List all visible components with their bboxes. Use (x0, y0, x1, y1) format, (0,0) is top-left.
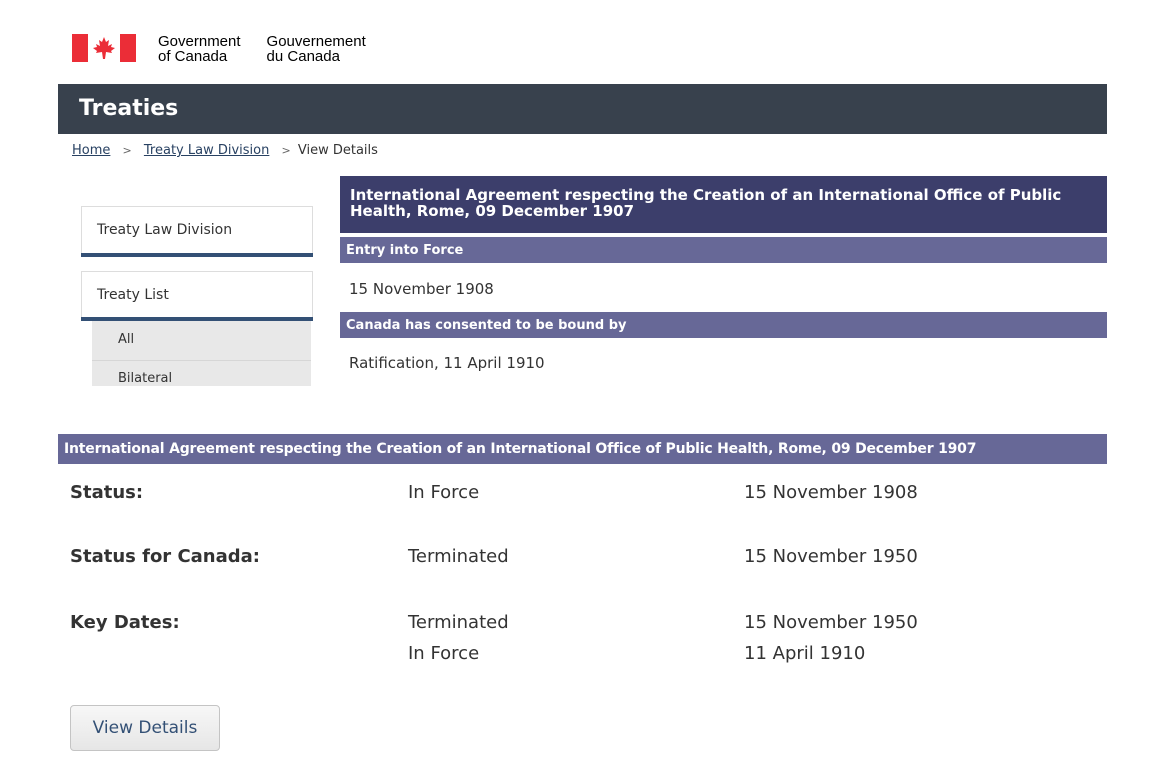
key-date-date: 15 November 1950 (744, 612, 918, 633)
site-title-band: Treaties (58, 84, 1107, 134)
consent-value: Ratification, 11 April 1910 (349, 354, 545, 372)
treaty-title: International Agreement respecting the C… (350, 186, 1062, 220)
consent-header: Canada has consented to be bound by (340, 312, 1107, 338)
status-date: 15 November 1908 (744, 482, 918, 503)
treaty-title-header: International Agreement respecting the C… (340, 176, 1107, 233)
entry-into-force-label: Entry into Force (346, 243, 464, 258)
maple-leaf-icon (93, 37, 115, 59)
canada-status-value: Terminated (408, 546, 509, 567)
entry-into-force-value: 15 November 1908 (349, 280, 494, 298)
gc-signature[interactable]: Government of Canada Gouvernement du Can… (72, 34, 366, 66)
key-date-event: Terminated (408, 612, 509, 633)
breadcrumb-treaty-law-link[interactable]: Treaty Law Division (144, 143, 269, 158)
breadcrumb-home-link[interactable]: Home (72, 143, 110, 158)
key-dates-label: Key Dates: (70, 612, 180, 633)
gov-en-wordmark: Government of Canada (158, 33, 241, 65)
treaty-card-title: International Agreement respecting the C… (64, 441, 977, 457)
chevron-right-icon: > (122, 144, 132, 157)
consent-label: Canada has consented to be bound by (346, 318, 627, 333)
chevron-right-icon: > (281, 144, 291, 157)
key-date-date: 11 April 1910 (744, 643, 866, 664)
sidebar-item-all[interactable]: All (118, 332, 134, 347)
breadcrumb-current: View Details (297, 143, 378, 158)
sidebar-item-bilateral[interactable]: Bilateral (118, 371, 172, 386)
gov-fr-wordmark: Gouvernement du Canada (266, 33, 366, 65)
canada-status-label: Status for Canada: (70, 546, 261, 567)
view-details-button[interactable]: View Details (70, 705, 220, 751)
sidebar-submenu: All Bilateral (92, 321, 311, 386)
sidebar-item-treaty-law-division[interactable]: Treaty Law Division (81, 206, 313, 254)
canada-flag-icon (72, 34, 136, 62)
breadcrumb: Home > Treaty Law Division > View Detail… (72, 143, 378, 158)
sidebar-divider (81, 253, 313, 257)
treaty-card-header: International Agreement respecting the C… (58, 434, 1107, 464)
sidebar-item-treaty-list[interactable]: Treaty List (81, 271, 313, 319)
site-title[interactable]: Treaties (79, 96, 178, 121)
status-label: Status: (70, 482, 144, 503)
sidebar-item-label: Treaty Law Division (97, 222, 233, 238)
sidebar-item-label: Treaty List (97, 287, 169, 303)
entry-into-force-header: Entry into Force (340, 237, 1107, 263)
canada-status-date: 15 November 1950 (744, 546, 918, 567)
key-date-event: In Force (408, 643, 480, 664)
status-value: In Force (408, 482, 480, 503)
